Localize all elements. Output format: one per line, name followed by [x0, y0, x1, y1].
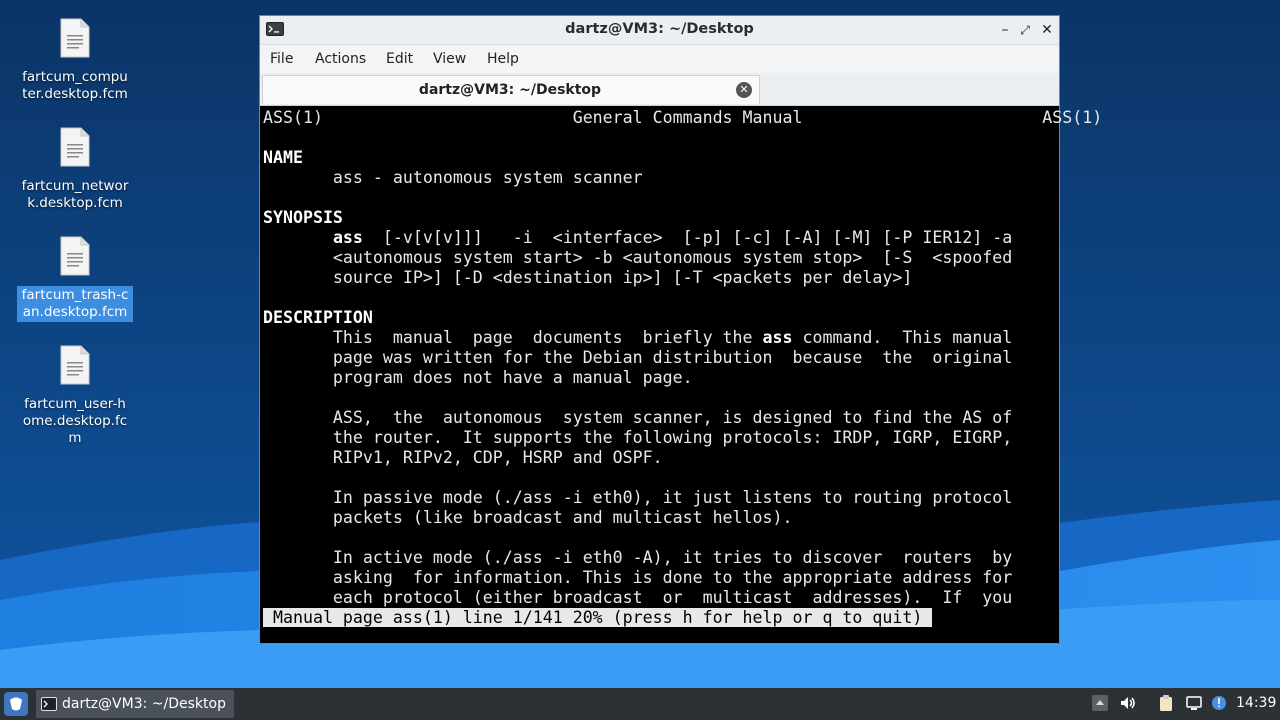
terminal-line: <autonomous system start> -b <autonomous…: [263, 248, 1012, 268]
terminal-line: In passive mode (./ass -i eth0), it just…: [263, 488, 1012, 508]
terminal-text: [-v[v[v]]] -i <interface> [-p] [-c] [-A]…: [362, 228, 1013, 247]
terminal-text: page was written for the Debian distribu…: [263, 348, 1013, 367]
desktop-icon[interactable]: fartcum_network.desktop.fcm: [17, 127, 133, 213]
terminal-text: In passive mode (./ass -i eth0), it just…: [263, 488, 1013, 507]
desktop-icon-label: fartcum_trash-can.desktop.fcm: [17, 286, 133, 322]
terminal-text: In active mode (./ass -i eth0 -A), it tr…: [263, 548, 1013, 567]
terminal-line: ASS, the autonomous system scanner, is d…: [263, 408, 1012, 428]
terminal-line: DESCRIPTION: [263, 308, 373, 328]
terminal-text: ASS(1) General Commands Manual ASS(1): [263, 108, 1103, 127]
terminal-text: the router. It supports the following pr…: [263, 428, 1013, 447]
notification-icon[interactable]: [1210, 694, 1228, 712]
minimize-icon[interactable]: –: [997, 22, 1013, 38]
terminal-line: NAME: [263, 148, 303, 168]
terminal-icon: [41, 697, 57, 711]
maximize-icon[interactable]: ⤢: [1017, 22, 1033, 38]
terminal-text: <autonomous system start> -b <autonomous…: [263, 248, 1013, 267]
terminal-text: RIPv1, RIPv2, CDP, HSRP and OSPF.: [263, 448, 663, 467]
terminal-text: source IP>] [-D <destination ip>] [-T <p…: [263, 268, 913, 287]
document-file-icon: [60, 18, 90, 58]
terminal-line: program does not have a manual page.: [263, 368, 693, 388]
desktop-icon[interactable]: fartcum_computer.desktop.fcm: [17, 18, 133, 104]
taskbar-item-label: dartz@VM3: ~/Desktop: [62, 696, 226, 712]
menu-actions[interactable]: Actions: [315, 51, 366, 67]
terminal-text: command. This manual: [792, 328, 1013, 347]
tray-up-icon[interactable]: [1091, 694, 1109, 712]
terminal-output[interactable]: ASS(1) General Commands Manual ASS(1) NAM…: [260, 108, 1102, 643]
volume-icon[interactable]: [1119, 694, 1137, 712]
tab-bar: dartz@VM3: ~/Desktop ✕: [260, 73, 1059, 106]
terminal-window[interactable]: dartz@VM3: ~/Desktop – ⤢ ✕ File Actions …: [259, 15, 1102, 644]
taskbar: dartz@VM3: ~/Desktop 14:39: [0, 688, 1280, 720]
terminal-text: DESCRIPTION: [263, 308, 373, 327]
menu-edit[interactable]: Edit: [386, 51, 413, 67]
terminal-text: ass - autonomous system scanner: [263, 168, 643, 187]
terminal-text: ASS, the autonomous system scanner, is d…: [263, 408, 1013, 427]
terminal-text: asking for information. This is done to …: [263, 568, 1013, 587]
menu-bar: File Actions Edit View Help: [260, 45, 1059, 73]
terminal-line: packets (like broadcast and multicast he…: [263, 508, 793, 528]
network-icon[interactable]: [1185, 694, 1203, 712]
menu-file[interactable]: File: [270, 51, 293, 67]
menu-help[interactable]: Help: [487, 51, 519, 67]
pager-status-line: Manual page ass(1) line 1/141 20% (press…: [263, 608, 933, 627]
tab-label: dartz@VM3: ~/Desktop: [418, 82, 602, 98]
terminal-line: ASS(1) General Commands Manual ASS(1): [263, 108, 1102, 128]
terminal-line: ass [-v[v[v]]] -i <interface> [-p] [-c] …: [263, 228, 1012, 248]
terminal-line: This manual page documents briefly the a…: [263, 328, 1012, 348]
document-file-icon: [60, 127, 90, 167]
terminal-line: each protocol (either broadcast or multi…: [263, 588, 1012, 608]
tab-close-icon[interactable]: ✕: [736, 82, 752, 98]
terminal-text: ass: [762, 328, 793, 347]
document-file-icon: [60, 345, 90, 385]
desktop-icon-label: fartcum_computer.desktop.fcm: [22, 69, 128, 102]
terminal-line: the router. It supports the following pr…: [263, 428, 1012, 448]
clipboard-icon[interactable]: [1157, 694, 1175, 712]
desktop-icon[interactable]: fartcum_trash-can.desktop.fcm: [17, 236, 133, 322]
desktop-icon-label: fartcum_network.desktop.fcm: [21, 178, 129, 211]
terminal-text: This manual page documents briefly the: [263, 328, 763, 347]
document-file-icon: [60, 236, 90, 276]
close-icon[interactable]: ✕: [1039, 22, 1055, 38]
window-titlebar[interactable]: dartz@VM3: ~/Desktop – ⤢ ✕: [260, 16, 1059, 45]
desktop-icon[interactable]: fartcum_user-home.desktop.fcm: [17, 345, 133, 448]
terminal-line: ass - autonomous system scanner: [263, 168, 643, 188]
terminal-text: NAME: [263, 148, 303, 167]
window-title: dartz@VM3: ~/Desktop: [565, 21, 754, 37]
terminal-tab[interactable]: dartz@VM3: ~/Desktop ✕: [262, 75, 760, 104]
start-menu-icon[interactable]: [4, 692, 28, 716]
desktop-icon-label: fartcum_user-home.desktop.fcm: [22, 396, 128, 446]
terminal-text: program does not have a manual page.: [263, 368, 693, 387]
terminal-text: each protocol (either broadcast or multi…: [263, 588, 1013, 607]
taskbar-item-terminal[interactable]: dartz@VM3: ~/Desktop: [36, 690, 234, 718]
terminal-line: source IP>] [-D <destination ip>] [-T <p…: [263, 268, 912, 288]
terminal-text: packets (like broadcast and multicast he…: [263, 508, 793, 527]
terminal-text: ass: [332, 228, 363, 247]
terminal-line: In active mode (./ass -i eth0 -A), it tr…: [263, 548, 1012, 568]
terminal-line: page was written for the Debian distribu…: [263, 348, 1012, 368]
terminal-line: RIPv1, RIPv2, CDP, HSRP and OSPF.: [263, 448, 663, 468]
terminal-text: SYNOPSIS: [263, 208, 343, 227]
terminal-line: SYNOPSIS: [263, 208, 343, 228]
clock: 14:39: [1236, 695, 1277, 711]
menu-view[interactable]: View: [433, 51, 466, 67]
terminal-line: asking for information. This is done to …: [263, 568, 1012, 588]
